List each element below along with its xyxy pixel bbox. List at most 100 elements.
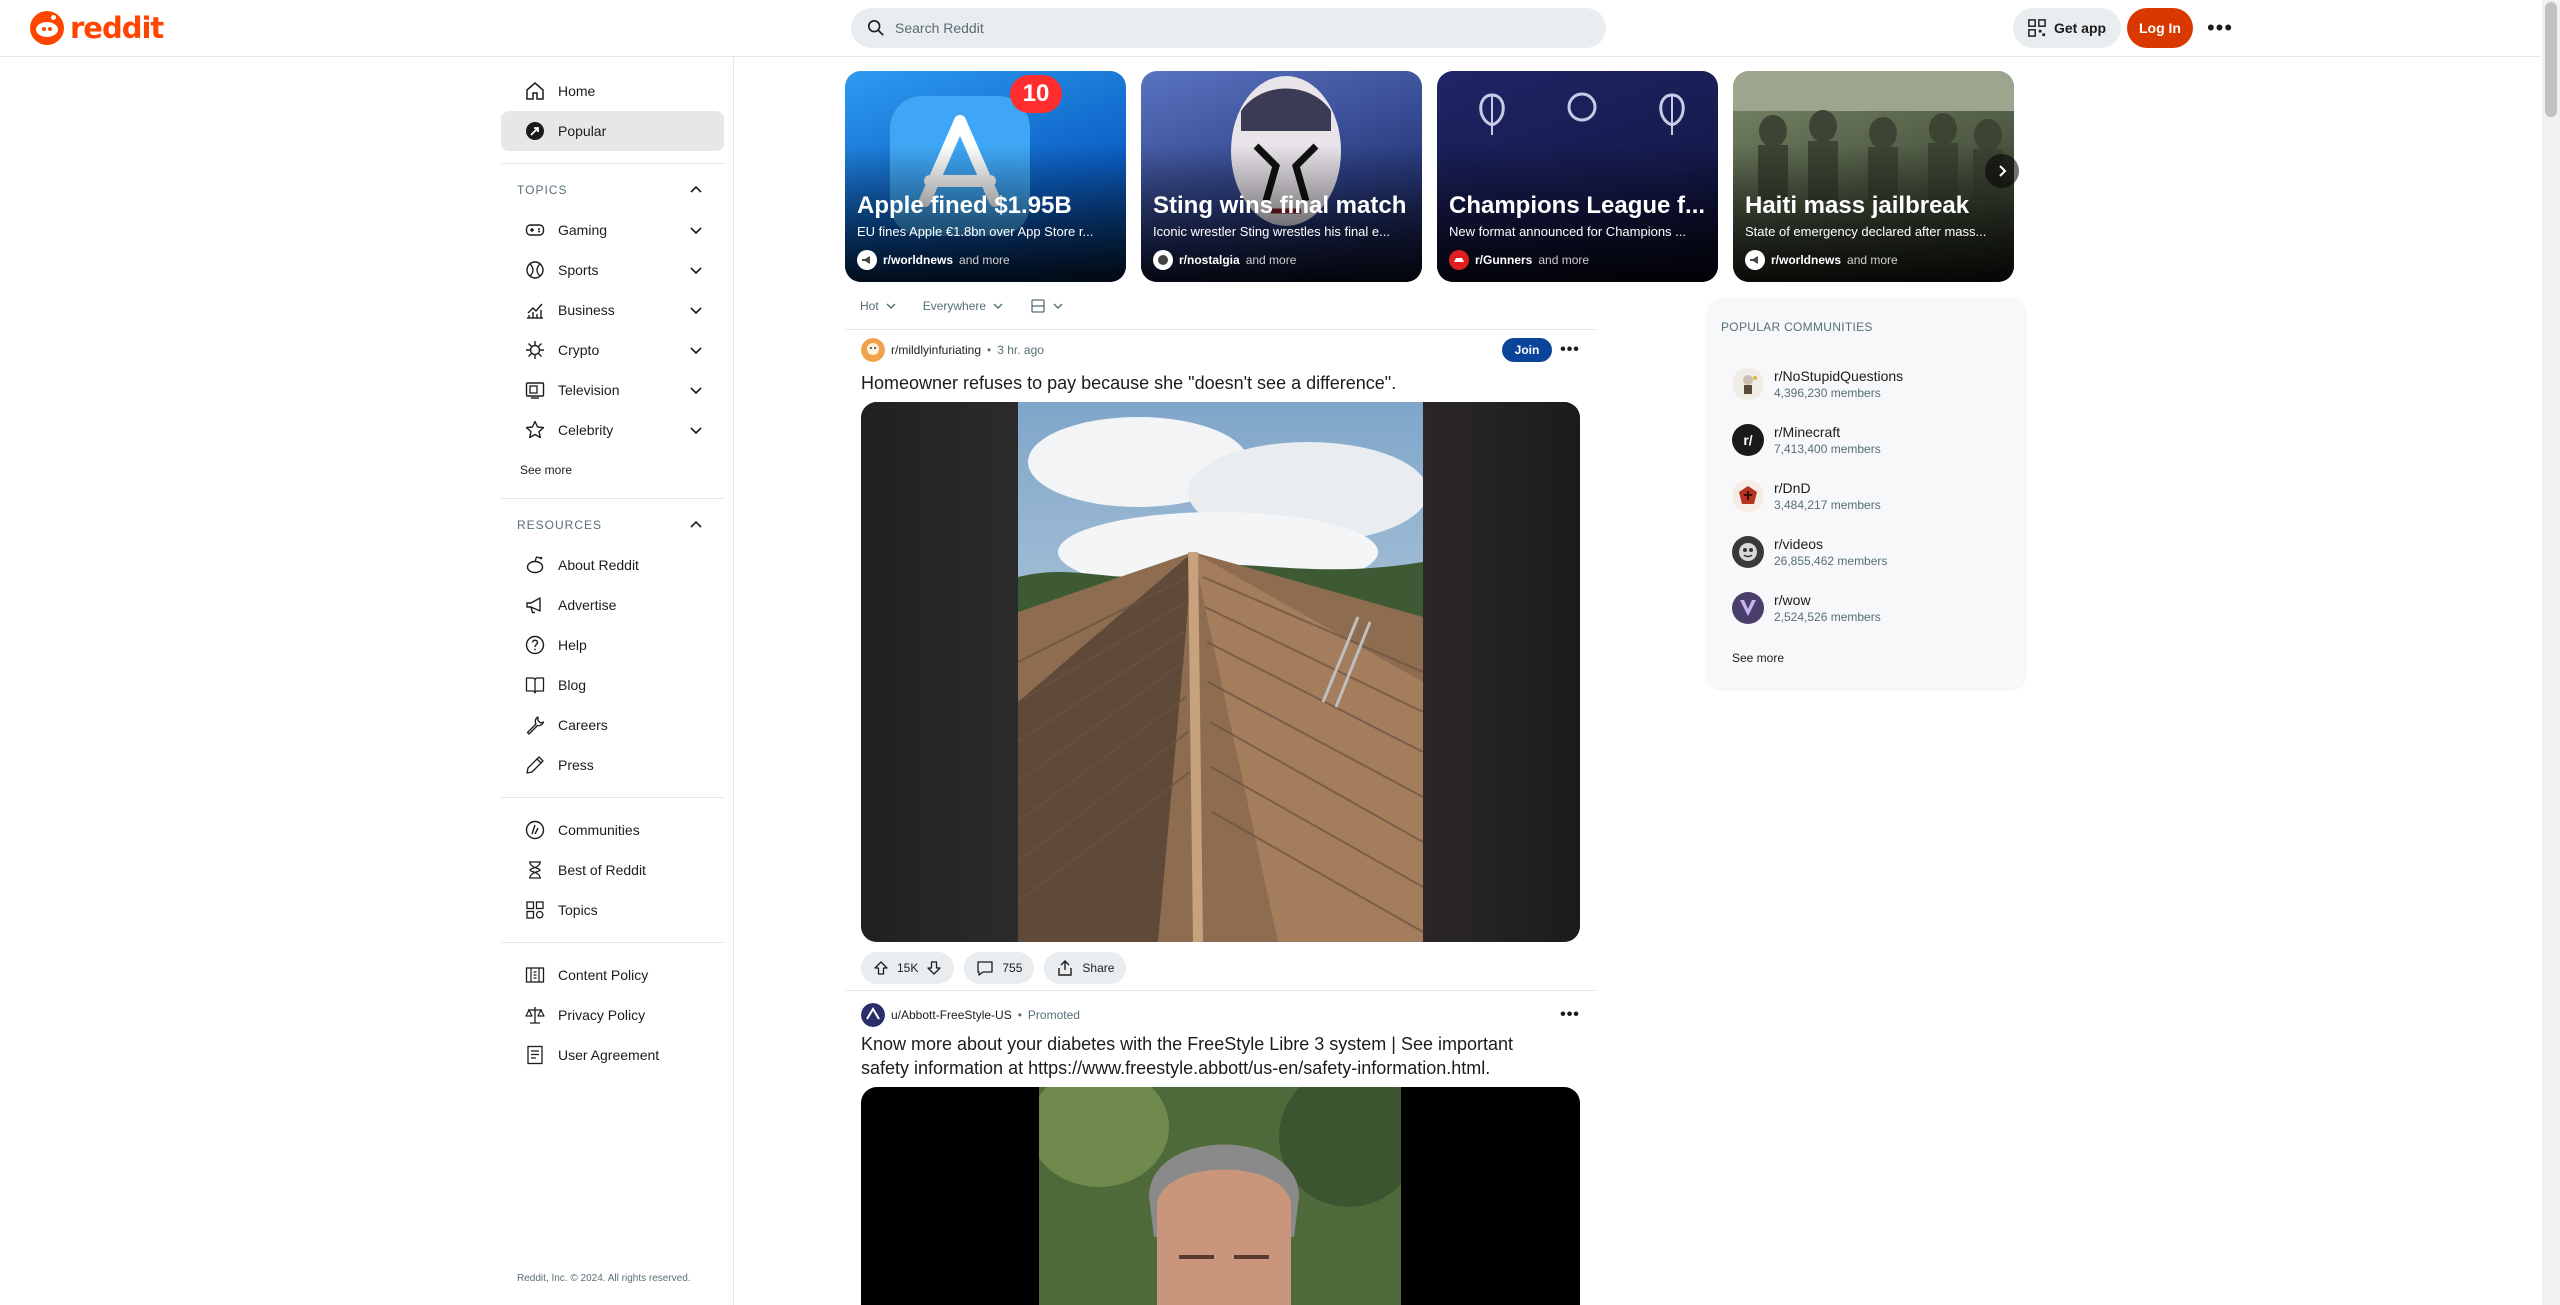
wrench-icon xyxy=(524,714,546,736)
community-item[interactable]: r/videos 26,855,462 members xyxy=(1732,536,1887,568)
community-members: 2,524,526 members xyxy=(1774,610,1881,624)
post-video[interactable] xyxy=(861,402,1580,942)
resource-blog[interactable]: Blog xyxy=(501,665,724,705)
promoted-video[interactable] xyxy=(861,1087,1580,1305)
promoted-title-line-2[interactable]: safety information at https://www.freest… xyxy=(861,1056,1490,1080)
log-in-button[interactable]: Log In xyxy=(2127,8,2193,48)
chevron-down-icon xyxy=(993,303,1003,310)
post-options-icon[interactable]: ••• xyxy=(1558,1003,1582,1027)
community-name: r/NoStupidQuestions xyxy=(1774,368,1904,384)
community-item[interactable]: r/NoStupidQuestions 4,396,230 members xyxy=(1732,368,1903,400)
dnd-avatar-icon xyxy=(1732,480,1764,512)
resource-press-label: Press xyxy=(558,757,594,773)
tv-icon xyxy=(524,379,546,401)
subreddit-avatar-icon[interactable] xyxy=(861,338,885,362)
topic-celebrity[interactable]: Celebrity xyxy=(501,410,724,450)
comments-button[interactable]: 755 xyxy=(964,952,1035,984)
carousel-next-button[interactable] xyxy=(1985,154,2019,188)
star-icon xyxy=(524,419,546,441)
comment-count: 755 xyxy=(1002,961,1023,975)
post-title[interactable]: Homeowner refuses to pay because she "do… xyxy=(861,371,1396,395)
trending-card[interactable]: 10 Apple fined $1.95B EU fines Apple €1.… xyxy=(845,71,1126,282)
link-topics[interactable]: Topics xyxy=(501,890,724,930)
promoted-title-line-1[interactable]: Know more about your diabetes with the F… xyxy=(861,1032,1513,1056)
communities-see-more[interactable]: See more xyxy=(1732,651,1784,665)
chevron-up-icon xyxy=(690,520,702,528)
resource-careers[interactable]: Careers xyxy=(501,705,724,745)
topics-section-header[interactable]: TOPICS xyxy=(501,170,724,210)
card-title: Champions League f... xyxy=(1449,192,1706,219)
topics-see-more[interactable]: See more xyxy=(501,450,724,490)
reddit-icon xyxy=(524,554,546,576)
promoted-post-header: u/Abbott-FreeStyle-US • Promoted xyxy=(861,1003,1080,1027)
reddit-logo[interactable]: reddit xyxy=(30,11,164,45)
nav-popular[interactable]: Popular xyxy=(501,111,724,151)
search-bar[interactable] xyxy=(851,8,1606,48)
resource-about-reddit[interactable]: About Reddit xyxy=(501,545,724,585)
community-item[interactable]: r/wow 2,524,526 members xyxy=(1732,592,1881,624)
topic-sports[interactable]: Sports xyxy=(501,250,724,290)
resource-help[interactable]: Help xyxy=(501,625,724,665)
subreddit-name[interactable]: r/mildlyinfuriating xyxy=(891,343,981,357)
card-title: Apple fined $1.95B xyxy=(857,192,1072,219)
share-button[interactable]: Share xyxy=(1044,952,1127,984)
community-avatar-icon xyxy=(1745,250,1765,270)
top-header: reddit Get app Log In ••• xyxy=(0,0,2540,57)
upvote-icon[interactable] xyxy=(873,960,889,976)
page-scrollbar[interactable] xyxy=(2542,0,2560,1305)
snoo-icon xyxy=(30,11,64,45)
post-options-icon[interactable]: ••• xyxy=(1558,338,1582,362)
link-user-agreement[interactable]: User Agreement xyxy=(501,1035,724,1075)
more-options-icon[interactable]: ••• xyxy=(2200,8,2240,48)
nav-home[interactable]: Home xyxy=(501,71,724,111)
community-item[interactable]: r/DnD 3,484,217 members xyxy=(1732,480,1881,512)
post-divider xyxy=(845,990,1596,991)
location-dropdown[interactable]: Everywhere xyxy=(915,295,1012,317)
link-communities[interactable]: Communities xyxy=(501,810,724,850)
card-source-name: r/Gunners xyxy=(1475,253,1533,267)
search-input[interactable] xyxy=(895,20,1495,36)
topic-gaming[interactable]: Gaming xyxy=(501,210,724,250)
link-privacy-policy[interactable]: Privacy Policy xyxy=(501,995,724,1035)
link-best-of-reddit[interactable]: Best of Reddit xyxy=(501,850,724,890)
community-item[interactable]: r/ r/Minecraft 7,413,400 members xyxy=(1732,424,1881,456)
topic-business[interactable]: Business xyxy=(501,290,724,330)
resource-press[interactable]: Press xyxy=(501,745,724,785)
sort-dropdown[interactable]: Hot xyxy=(852,295,905,317)
view-dropdown[interactable] xyxy=(1022,294,1072,318)
link-user-agreement-label: User Agreement xyxy=(558,1047,660,1063)
resources-section-header[interactable]: RESOURCES xyxy=(501,505,724,545)
get-app-button[interactable]: Get app xyxy=(2013,8,2121,48)
promoted-author[interactable]: u/Abbott-FreeStyle-US xyxy=(891,1008,1012,1022)
chevron-down-icon xyxy=(690,347,702,355)
scrollbar-thumb[interactable] xyxy=(2545,2,2557,117)
meta-separator: • xyxy=(987,343,992,357)
downvote-icon[interactable] xyxy=(926,960,942,976)
vote-count: 15K xyxy=(897,961,919,975)
megaphone-icon xyxy=(524,594,546,616)
join-button[interactable]: Join xyxy=(1502,338,1552,362)
resource-advertise[interactable]: Advertise xyxy=(501,585,724,625)
card-source-more: and more xyxy=(959,253,1010,267)
resource-about-label: About Reddit xyxy=(558,557,639,573)
user-avatar-icon[interactable] xyxy=(861,1003,885,1027)
scale-icon xyxy=(524,1004,546,1026)
trending-card[interactable]: Champions League f... New format announc… xyxy=(1437,71,1718,282)
chevron-down-icon xyxy=(690,387,702,395)
card-source: r/worldnews and more xyxy=(1745,250,1898,270)
topic-television[interactable]: Television xyxy=(501,370,724,410)
crypto-icon xyxy=(524,339,546,361)
trending-card[interactable]: Sting wins final match Iconic wrestler S… xyxy=(1141,71,1422,282)
link-privacy-policy-label: Privacy Policy xyxy=(558,1007,646,1023)
post-header: r/mildlyinfuriating • 3 hr. ago xyxy=(861,338,1044,362)
link-content-policy[interactable]: Content Policy xyxy=(501,955,724,995)
resource-blog-label: Blog xyxy=(558,677,587,693)
topic-sports-label: Sports xyxy=(558,262,599,278)
gamepad-icon xyxy=(524,219,546,241)
card-subtitle: New format announced for Champions ... xyxy=(1449,224,1687,239)
community-members: 3,484,217 members xyxy=(1774,498,1881,512)
topic-crypto[interactable]: Crypto xyxy=(501,330,724,370)
trending-card[interactable]: Haiti mass jailbreak State of emergency … xyxy=(1733,71,2014,282)
community-avatar-icon xyxy=(1153,250,1173,270)
community-avatar-icon xyxy=(1449,250,1469,270)
